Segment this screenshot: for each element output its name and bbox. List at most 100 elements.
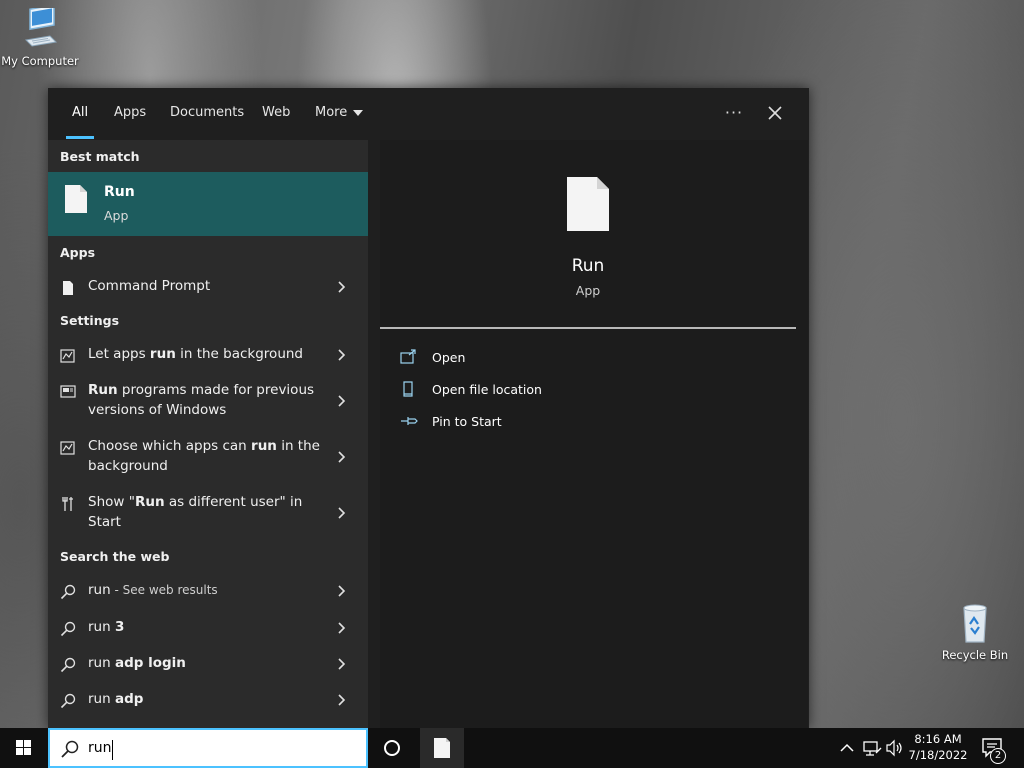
action-open-file-location[interactable]: Open file location xyxy=(400,379,600,401)
apps-heading: Apps xyxy=(60,245,96,260)
result-setting-choose-background-apps[interactable]: Choose which apps can run in the backgro… xyxy=(48,436,368,480)
text-part: run xyxy=(88,655,115,671)
tab-web[interactable]: Web xyxy=(262,88,290,140)
search-icon xyxy=(60,693,76,709)
recycle-bin-desktop-icon[interactable]: Recycle Bin xyxy=(935,602,1015,662)
result-label: Choose which apps can run in the backgro… xyxy=(88,436,328,476)
computer-icon xyxy=(24,8,58,47)
result-label: Show "Run as different user" in Start xyxy=(88,492,328,532)
result-command-prompt[interactable]: Command Prompt xyxy=(48,276,368,300)
best-match-name: Run xyxy=(104,184,135,200)
result-label: run adp xyxy=(88,689,328,709)
text-cursor xyxy=(112,740,113,760)
taskbar-clock[interactable]: 8:16 AM 7/18/2022 xyxy=(902,731,974,763)
result-setting-run-as-different-user[interactable]: Show "Run as different user" in Start xyxy=(48,492,368,536)
chevron-right-icon xyxy=(338,507,346,519)
web-result-run-3[interactable]: run 3 xyxy=(48,617,368,641)
chevron-right-icon xyxy=(338,349,346,361)
open-icon xyxy=(400,349,416,364)
tab-all[interactable]: All xyxy=(65,88,95,140)
text-part: run xyxy=(88,582,111,598)
web-result-run-adp[interactable]: run adp xyxy=(48,689,368,713)
start-button[interactable] xyxy=(0,728,48,768)
pin-icon xyxy=(401,417,418,425)
best-match-item[interactable]: Run App xyxy=(48,172,368,236)
volume-icon[interactable] xyxy=(884,728,904,768)
close-button[interactable] xyxy=(761,100,789,128)
chevron-right-icon xyxy=(338,585,346,597)
result-label: run - See web results xyxy=(88,580,328,600)
match-highlight: 3 xyxy=(114,619,125,635)
app-file-icon xyxy=(65,185,87,213)
action-label: Open file location xyxy=(432,382,542,397)
clock-time: 8:16 AM xyxy=(914,732,962,746)
notification-count-badge: 2 xyxy=(990,748,1006,764)
chevron-down-icon xyxy=(353,109,364,116)
result-label: Let apps run in the background xyxy=(88,344,328,364)
text-part: programs made for previous versions of W… xyxy=(88,382,315,418)
preview-app-name: Run xyxy=(571,256,605,276)
search-tabs-bar: All Apps Documents Web More ··· xyxy=(48,88,809,140)
best-match-type: App xyxy=(104,208,129,223)
settings-chart-icon xyxy=(60,441,75,455)
search-icon xyxy=(60,657,76,673)
my-computer-label: My Computer xyxy=(1,54,79,68)
tab-more-label: More xyxy=(315,105,348,120)
action-label: Pin to Start xyxy=(432,414,502,429)
text-part: in the background xyxy=(175,346,303,362)
action-label: Open xyxy=(432,350,466,365)
recycle-bin-label: Recycle Bin xyxy=(941,648,1009,662)
close-icon xyxy=(768,106,782,120)
best-match-heading: Best match xyxy=(60,149,140,164)
settings-chart-icon xyxy=(60,349,75,363)
result-setting-compatibility[interactable]: Run programs made for previous versions … xyxy=(48,380,368,424)
file-location-icon xyxy=(403,381,413,397)
taskbar-run-app[interactable] xyxy=(420,728,464,768)
app-file-icon xyxy=(63,281,73,295)
program-compatibility-icon xyxy=(60,385,76,398)
search-results-list: Best match Run App Apps Command Prompt S… xyxy=(48,140,368,728)
result-label: Command Prompt xyxy=(88,278,211,294)
preview-divider xyxy=(380,327,796,329)
my-computer-desktop-icon[interactable]: My Computer xyxy=(0,8,80,68)
app-file-icon xyxy=(434,738,450,758)
text-part: Choose which apps can xyxy=(88,438,252,454)
chevron-right-icon xyxy=(338,622,346,634)
action-open[interactable]: Open xyxy=(400,347,600,369)
more-options-button[interactable]: ··· xyxy=(720,100,748,128)
tab-documents[interactable]: Documents xyxy=(170,88,244,140)
tab-apps[interactable]: Apps xyxy=(114,88,146,140)
taskbar: 8:16 AM 7/18/2022 2 xyxy=(0,728,1024,768)
search-icon xyxy=(61,740,79,758)
search-icon xyxy=(60,584,76,600)
windows-logo-icon xyxy=(16,740,31,755)
text-part: Show " xyxy=(88,494,135,510)
result-label: run 3 xyxy=(88,617,328,637)
chevron-right-icon xyxy=(338,281,346,293)
tab-more[interactable]: More xyxy=(315,88,364,140)
search-panel: All Apps Documents Web More ··· Best mat… xyxy=(48,88,809,728)
search-icon xyxy=(60,621,76,637)
result-label: Run programs made for previous versions … xyxy=(88,380,328,420)
chevron-right-icon xyxy=(338,694,346,706)
clock-date: 7/18/2022 xyxy=(908,748,968,762)
match-highlight: run xyxy=(149,346,176,362)
show-hidden-icons-chevron-up-icon[interactable] xyxy=(838,728,856,768)
tools-icon xyxy=(62,497,73,511)
network-icon[interactable] xyxy=(861,728,883,768)
result-setting-background-apps[interactable]: Let apps run in the background xyxy=(48,344,368,368)
match-highlight: Run xyxy=(88,382,118,398)
action-pin-to-start[interactable]: Pin to Start xyxy=(400,411,600,433)
taskbar-search-box[interactable] xyxy=(48,728,368,768)
match-highlight: adp xyxy=(114,691,144,707)
cortana-button[interactable] xyxy=(372,728,412,768)
search-web-heading: Search the web xyxy=(60,549,170,564)
chevron-right-icon xyxy=(338,451,346,463)
search-input[interactable] xyxy=(88,736,358,760)
result-label: run adp login xyxy=(88,653,328,673)
web-result-run[interactable]: run - See web results xyxy=(48,580,368,604)
text-part: run xyxy=(88,619,115,635)
text-part: run xyxy=(88,691,115,707)
web-result-run-adp-login[interactable]: run adp login xyxy=(48,653,368,677)
text-part: Let apps xyxy=(88,346,150,362)
